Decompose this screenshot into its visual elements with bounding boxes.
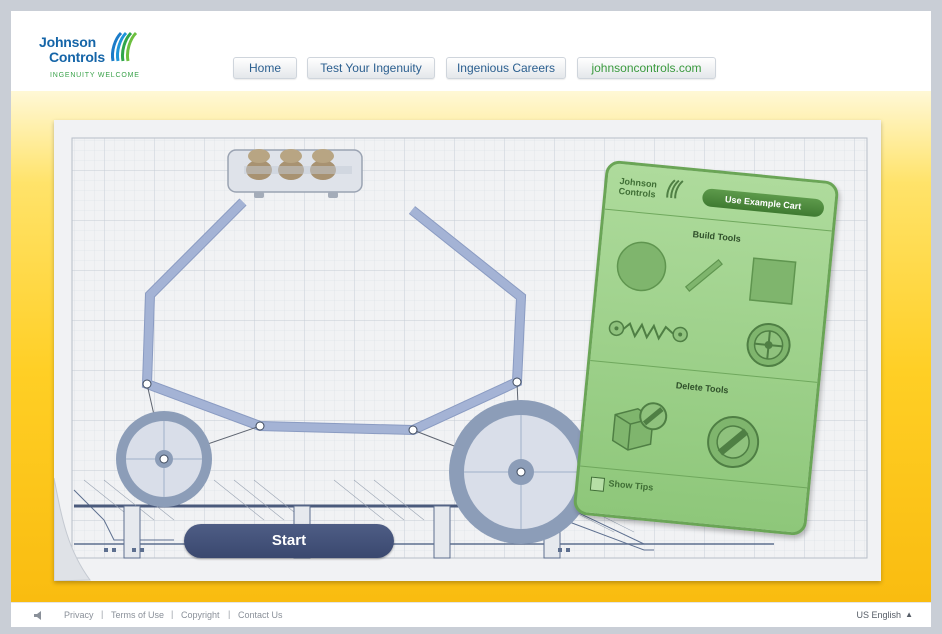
start-button[interactable]: Start	[184, 524, 394, 558]
toolbox-panel: Johnson Controls Use Example Cart Build …	[572, 159, 840, 537]
beam-tool-icon[interactable]	[681, 253, 725, 297]
footer-separator: |	[228, 609, 231, 619]
footer-link-privacy[interactable]: Privacy	[64, 610, 94, 620]
toolbox-logo-swirl-icon	[666, 179, 684, 199]
wheel-tool-icon[interactable]	[613, 238, 670, 295]
speaker-icon[interactable]	[33, 610, 45, 621]
toolbox-logo: Johnson Controls	[618, 176, 657, 200]
johnson-controls-logo[interactable]: Johnson Controls INGENUITY WELCOME	[39, 31, 149, 83]
game-stage: Start Johnson Controls Use Example Cart …	[11, 91, 931, 602]
logo-swirl-icon	[111, 31, 138, 62]
motor-tool-icon[interactable]	[742, 319, 794, 371]
footer-separator: |	[101, 609, 104, 619]
delete-wheel-tool-icon[interactable]	[703, 411, 764, 472]
site-header: Johnson Controls INGENUITY WELCOME Home …	[11, 11, 931, 91]
logo-word-johnson: Johnson	[39, 34, 96, 50]
logo-tagline: INGENUITY WELCOME	[50, 72, 140, 79]
footer-link-terms[interactable]: Terms of Use	[111, 610, 164, 620]
rear-wheel[interactable]	[116, 411, 212, 507]
footer-separator: |	[171, 609, 174, 619]
block-tool-icon[interactable]	[747, 255, 799, 307]
footer-link-copyright[interactable]: Copyright	[181, 610, 220, 620]
app-frame: Johnson Controls INGENUITY WELCOME Home …	[11, 11, 931, 627]
language-selector[interactable]: US English	[856, 610, 901, 620]
show-tips-label[interactable]: Show Tips	[608, 478, 654, 492]
blueprint-canvas[interactable]: Start Johnson Controls Use Example Cart …	[54, 120, 881, 581]
egg-carton-cargo	[227, 149, 363, 198]
nav-home[interactable]: Home	[233, 57, 297, 79]
nav-johnsoncontrols-com[interactable]: johnsoncontrols.com	[577, 57, 716, 79]
spring-tool-icon[interactable]	[606, 314, 690, 350]
use-example-cart-button[interactable]: Use Example Cart	[701, 188, 825, 218]
front-wheel[interactable]	[449, 400, 593, 544]
delete-block-tool-icon[interactable]	[606, 396, 673, 458]
show-tips-checkbox[interactable]	[589, 476, 606, 492]
caret-up-icon[interactable]: ▲	[905, 610, 913, 619]
footer-link-contact[interactable]: Contact Us	[238, 610, 283, 620]
logo-word-controls: Controls	[49, 49, 105, 65]
nav-ingenious-careers[interactable]: Ingenious Careers	[446, 57, 566, 79]
site-footer: Privacy | Terms of Use | Copyright | Con…	[11, 602, 931, 627]
nav-test-your-ingenuity[interactable]: Test Your Ingenuity	[307, 57, 435, 79]
